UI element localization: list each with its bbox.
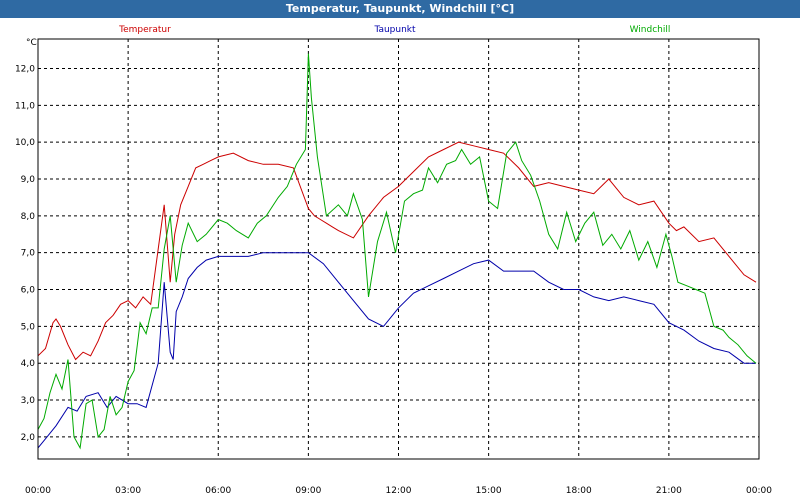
y-tick-label: 5,0 <box>21 322 36 332</box>
x-tick-time: 12:00 <box>386 486 412 496</box>
x-tick-time: 03:00 <box>115 486 141 496</box>
y-tick-label: 12,0 <box>15 64 35 74</box>
y-tick-label: 6,0 <box>21 286 36 296</box>
legend-entry-windchill: Windchill <box>630 25 671 35</box>
chart: 2,0 3,0 4,0 5,0 6,0 7,0 8,0 9,0 10,0 11,0 12,0 00:… <box>0 18 800 500</box>
y-tick-label: 10,0 <box>15 138 35 148</box>
x-tick-time: 21:00 <box>656 486 682 496</box>
y-tick-label: 3,0 <box>21 396 36 406</box>
x-tick-time: 00:00 <box>25 486 51 496</box>
y-tick-label: 2,0 <box>21 433 36 443</box>
y-tick-label: 8,0 <box>21 212 36 222</box>
chart-background <box>0 18 800 500</box>
x-tick-time: 00:00 <box>746 486 772 496</box>
y-tick-label: 11,0 <box>15 101 35 111</box>
legend-entry-taupunkt: Taupunkt <box>373 25 416 35</box>
y-tick-label: 9,0 <box>21 175 36 185</box>
x-tick-time: 09:00 <box>295 486 321 496</box>
y-axis-label: °C <box>26 38 37 48</box>
x-tick-time: 06:00 <box>205 486 231 496</box>
legend-entry-temperatur: Temperatur <box>118 25 171 35</box>
x-tick-time: 18:00 <box>566 486 592 496</box>
y-tick-label: 4,0 <box>21 359 36 369</box>
y-tick-label: 7,0 <box>21 249 36 259</box>
x-tick-time: 15:00 <box>476 486 502 496</box>
window-title: Temperatur, Taupunkt, Windchill [°C] <box>0 0 800 18</box>
